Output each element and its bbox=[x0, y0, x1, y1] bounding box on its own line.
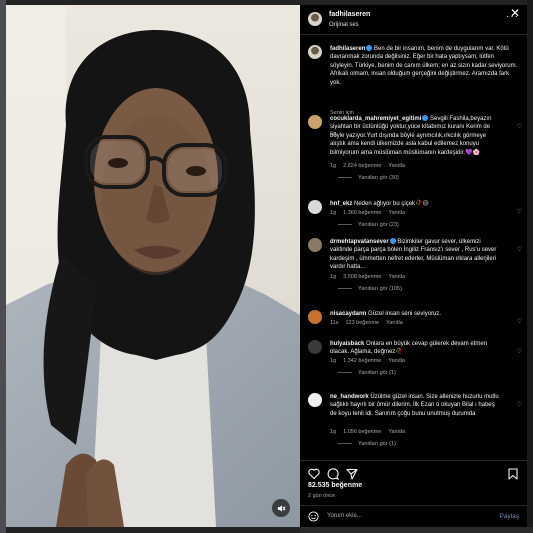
bookmark-icon[interactable] bbox=[508, 468, 518, 480]
view-replies-button[interactable]: Yanıtları gör (23) bbox=[338, 222, 399, 228]
comment-text: cocuklarda_mahremiyet_egitimi Sevgili Fa… bbox=[330, 115, 502, 157]
reply-button[interactable]: Yanıtla bbox=[388, 163, 405, 169]
commenter-username[interactable]: drmehtapvatansever bbox=[330, 239, 389, 245]
verified-badge-icon bbox=[366, 45, 373, 51]
video-frame-illustration bbox=[6, 5, 300, 527]
backdrop-bottom bbox=[300, 527, 533, 533]
comment-time: 1g bbox=[330, 429, 337, 435]
author-avatar[interactable] bbox=[308, 12, 322, 26]
like-count[interactable]: 82.535 beğenme bbox=[308, 482, 362, 489]
comment-meta: 11s 123 beğenme Yanıtla bbox=[330, 320, 410, 326]
comment-time: 1g bbox=[330, 358, 337, 364]
close-icon[interactable]: ✕ bbox=[510, 6, 520, 20]
comment-likes[interactable]: 1.360 beğenme bbox=[343, 210, 381, 216]
comment-text: hnf_ekz Neden ağlıyor bu çiçek🥀😔 bbox=[330, 200, 502, 208]
caption-text: fadhilaseren Ben de bir insanım, benim d… bbox=[330, 45, 518, 87]
heart-icon[interactable]: ♡ bbox=[517, 348, 522, 355]
reply-button[interactable]: Yanıtla bbox=[388, 210, 405, 216]
comment-text: hulyaisback Onlara en büyük cevap gülere… bbox=[330, 340, 502, 357]
post-details-panel: fadhilaseren Orijinal ses ··· fadhilaser… bbox=[300, 5, 527, 527]
comment-likes[interactable]: 3.508 beğenme bbox=[343, 274, 381, 280]
instagram-post-viewer: fadhilaseren Orijinal ses ··· fadhilaser… bbox=[0, 0, 533, 533]
comment-likes[interactable]: 1.056 beğenme bbox=[343, 429, 381, 435]
view-replies-button[interactable]: Yanıtları gör (105) bbox=[338, 286, 402, 292]
caption-username[interactable]: fadhilaseren bbox=[330, 46, 365, 52]
comment-time: 11s bbox=[330, 320, 339, 326]
commenter-avatar[interactable] bbox=[308, 340, 322, 354]
heart-icon[interactable]: ♡ bbox=[517, 318, 522, 325]
commenter-avatar[interactable] bbox=[308, 238, 322, 252]
comment-time: 1g bbox=[330, 274, 337, 280]
heart-icon[interactable] bbox=[308, 468, 320, 479]
post-header: fadhilaseren Orijinal ses ··· bbox=[300, 5, 527, 35]
verified-badge-icon bbox=[389, 238, 396, 244]
backdrop-right bbox=[527, 0, 533, 533]
reply-button[interactable]: Yanıtla bbox=[388, 274, 405, 280]
commenter-username[interactable]: hulyaisback bbox=[330, 341, 364, 347]
comment-meta: 1g 1.360 beğenme Yanıtla bbox=[330, 210, 412, 216]
comment-likes[interactable]: 123 beğenme bbox=[345, 320, 379, 326]
verified-badge-icon bbox=[422, 115, 429, 121]
comment-time: 1g bbox=[330, 210, 337, 216]
commenter-avatar[interactable] bbox=[308, 200, 322, 214]
heart-icon[interactable]: ♡ bbox=[517, 123, 522, 130]
commenter-username[interactable]: hnf_ekz bbox=[330, 201, 352, 207]
author-username[interactable]: fadhilaseren bbox=[329, 11, 370, 18]
mute-button[interactable] bbox=[272, 499, 290, 517]
share-icon[interactable] bbox=[346, 468, 358, 480]
mute-icon bbox=[277, 504, 285, 512]
view-replies-button[interactable]: Yanıtları gör (1) bbox=[338, 370, 396, 376]
post-actions bbox=[300, 460, 527, 482]
add-comment-bar: Yorum ekle... Paylaş bbox=[300, 505, 527, 527]
commenter-avatar[interactable] bbox=[308, 393, 322, 407]
comment-meta: 1g 1.342 beğenme Yanıtla bbox=[330, 358, 412, 364]
audio-label[interactable]: Orijinal ses bbox=[329, 22, 359, 28]
comment-text: drmehtapvatansever Bizimkiler gavur seve… bbox=[330, 238, 502, 272]
comment-time: 1g bbox=[330, 163, 337, 169]
comment-meta: 1g 3.508 beğenme Yanıtla bbox=[330, 274, 412, 280]
post-media-video[interactable] bbox=[6, 5, 300, 527]
comment-likes[interactable]: 1.342 beğenme bbox=[343, 358, 381, 364]
view-replies-button[interactable]: Yanıtları gör (30) bbox=[338, 175, 399, 181]
commenter-username[interactable]: cocuklarda_mahremiyet_egitimi bbox=[330, 116, 421, 122]
comment-likes[interactable]: 2.824 beğenme bbox=[343, 163, 381, 169]
comment-meta: 1g 2.824 beğenme Yanıtla bbox=[330, 163, 412, 169]
heart-icon[interactable]: ♡ bbox=[517, 246, 522, 253]
post-date: 2 gün önce bbox=[308, 493, 336, 499]
comment-body: Güzel insan seni seviyoruz. bbox=[368, 311, 442, 317]
heart-icon[interactable]: ♡ bbox=[517, 401, 522, 408]
post-comment-button[interactable]: Paylaş bbox=[499, 513, 519, 520]
comment-text: ne_handwork Üzülme güzel insan. Size all… bbox=[330, 393, 502, 418]
comment-body: Neden ağlıyor bu çiçek🥀😔 bbox=[354, 201, 429, 207]
reply-button[interactable]: Yanıtla bbox=[388, 358, 405, 364]
emoji-icon[interactable] bbox=[308, 511, 319, 522]
reply-button[interactable]: Yanıtla bbox=[388, 429, 405, 435]
commenter-username[interactable]: ne_handwork bbox=[330, 394, 369, 400]
comment-input[interactable]: Yorum ekle... bbox=[327, 513, 362, 519]
commenter-avatar[interactable] bbox=[308, 310, 322, 324]
commenter-avatar[interactable] bbox=[308, 115, 322, 129]
comment-text: nisacaydann Güzel insan seni seviyoruz. bbox=[330, 310, 502, 318]
caption-avatar[interactable] bbox=[308, 45, 322, 59]
heart-icon[interactable]: ♡ bbox=[517, 208, 522, 215]
comment-meta: 1g 1.056 beğenme Yanıtla bbox=[330, 429, 412, 435]
reply-button[interactable]: Yanıtla bbox=[386, 320, 403, 326]
view-replies-button[interactable]: Yanıtları gör (1) bbox=[338, 441, 396, 447]
commenter-username[interactable]: nisacaydann bbox=[330, 311, 366, 317]
comment-icon[interactable] bbox=[327, 468, 339, 480]
